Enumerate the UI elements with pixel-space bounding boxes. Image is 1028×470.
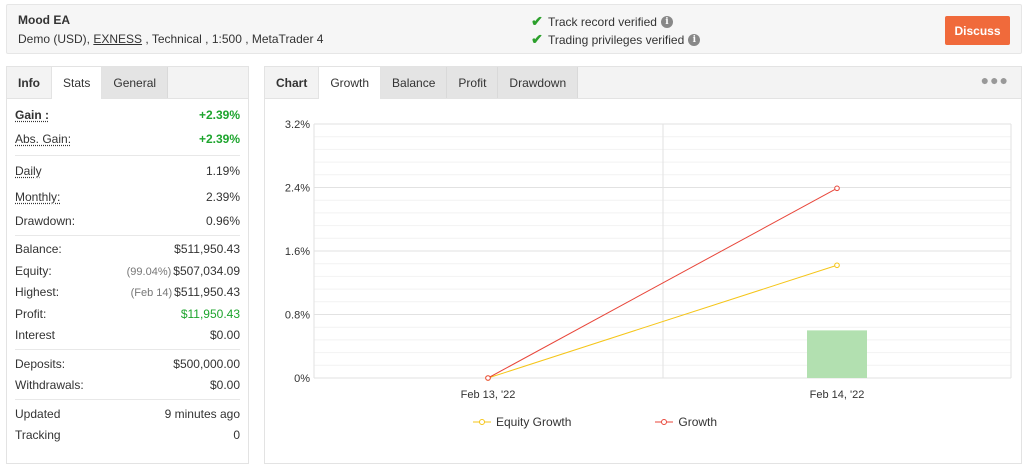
stat-value: +2.39% (198, 131, 240, 146)
stat-value-group: (Feb 14) $511,950.43 (131, 285, 240, 299)
account-details: , Technical , 1:500 , MetaTrader 4 (142, 32, 324, 46)
trading-privileges-label: Trading privileges verified (548, 32, 685, 47)
stat-updated: Updated 9 minutes ago (15, 403, 240, 425)
stat-value: $500,000.00 (173, 356, 240, 371)
stat-label: Tracking (15, 428, 61, 443)
stat-profit: Profit: $11,950.43 (15, 303, 240, 325)
stat-label: Interest (15, 328, 56, 343)
stat-value: 0 (233, 428, 240, 443)
stat-value: $511,950.43 (174, 242, 240, 257)
stat-value: 9 minutes ago (164, 406, 240, 421)
stat-daily: Daily 1.19% (15, 159, 240, 184)
tab-profit[interactable]: Profit (447, 67, 499, 98)
info-icon[interactable]: i (688, 33, 701, 46)
stat-value: $511,950.43 (174, 285, 240, 300)
tab-general[interactable]: General (102, 67, 169, 98)
divider (15, 399, 240, 400)
tab-balance[interactable]: Balance (381, 67, 448, 98)
account-type: Demo (USD), (18, 32, 94, 46)
y-tick-label: 0.8% (285, 310, 310, 322)
stat-tracking: Tracking 0 (15, 425, 240, 447)
legend-item-growth[interactable]: Growth (655, 415, 717, 429)
data-point (834, 185, 840, 192)
track-record-label: Track record verified (548, 14, 657, 29)
y-tick-label: 1.6% (285, 246, 310, 258)
stat-value: $507,034.09 (173, 263, 240, 278)
legend-item-equity-growth[interactable]: Equity Growth (473, 415, 571, 429)
stat-label[interactable]: Daily (15, 164, 42, 178)
chart-legend: Equity Growth Growth (473, 415, 801, 429)
legend-label: Growth (678, 415, 718, 429)
growth-chart: 3.2% 2.4% 1.6% 0.8% 0% Feb 13, '22 Feb 14, '22 (285, 119, 1012, 401)
data-point (485, 375, 491, 381)
check-icon: ✔ (531, 31, 543, 47)
stat-abs-gain: Abs. Gain: +2.39% (15, 126, 240, 152)
chart-tabs: Chart Growth Balance Profit Drawdown ●●● (265, 67, 1021, 99)
stat-label[interactable]: Abs. Gain: (15, 132, 71, 146)
stat-label: Profit: (15, 306, 47, 321)
chart-panel: Chart Growth Balance Profit Drawdown ●●●… (264, 66, 1022, 464)
y-tick-label: 0% (294, 373, 310, 385)
tab-stats[interactable]: Stats (51, 67, 103, 99)
stat-label: Equity: (15, 263, 52, 278)
page-title: Mood EA (18, 13, 70, 27)
stat-value: +2.39% (198, 107, 240, 122)
stat-gain: Gain : +2.39% (15, 104, 240, 126)
stat-value: $0.00 (209, 328, 240, 343)
stat-drawdown: Drawdown: 0.96% (15, 210, 240, 232)
stat-value-group: (99.04%) $507,034.09 (127, 264, 240, 278)
data-point (834, 262, 840, 269)
tab-drawdown[interactable]: Drawdown (498, 67, 579, 98)
track-record-verified: ✔ Track record verified i (531, 13, 673, 30)
stat-value: 1.19% (205, 164, 240, 178)
highest-date: (Feb 14) (130, 287, 173, 300)
x-tick-label: Feb 14, '22 (810, 389, 865, 401)
broker-link[interactable]: EXNESS (93, 32, 142, 46)
legend-marker-equity-growth (473, 419, 491, 425)
stats-panel: Info Stats General Gain : +2.39% Abs. Ga… (6, 66, 249, 464)
y-tick-label: 3.2% (285, 119, 310, 131)
trading-privileges-verified: ✔ Trading privileges verified i (531, 31, 701, 48)
account-subtitle: Demo (USD), EXNESS , Technical , 1:500 ,… (18, 32, 323, 46)
x-tick-label: Feb 13, '22 (461, 389, 516, 401)
stat-value: $0.00 (209, 378, 240, 393)
info-icon[interactable]: i (660, 15, 673, 28)
stat-value: $11,950.43 (180, 306, 240, 321)
divider (15, 154, 240, 156)
tab-growth[interactable]: Growth (318, 67, 382, 99)
legend-label: Equity Growth (496, 415, 572, 429)
check-icon: ✔ (531, 13, 543, 29)
stat-interest: Interest $0.00 (15, 325, 240, 347)
stat-balance: Balance: $511,950.43 (15, 239, 240, 261)
stat-monthly: Monthly: 2.39% (15, 184, 240, 210)
divider (15, 234, 240, 236)
more-options-icon[interactable]: ●●● (981, 72, 1009, 88)
y-tick-label: 2.4% (285, 183, 310, 195)
stat-label: Drawdown: (15, 213, 76, 228)
stats-list: Gain : +2.39% Abs. Gain: +2.39% Daily 1.… (7, 99, 248, 446)
stat-deposits: Deposits: $500,000.00 (15, 353, 240, 375)
equity-percent: (99.04%) (126, 265, 172, 278)
stat-label[interactable]: Gain : (15, 108, 49, 122)
stat-label[interactable]: Monthly: (15, 190, 60, 204)
stat-label: Updated (15, 406, 61, 421)
stat-value: 2.39% (205, 189, 240, 204)
stat-label: Balance: (15, 242, 62, 257)
stat-label: Highest: (15, 285, 60, 300)
stat-value: 0.96% (205, 213, 240, 228)
tab-chart[interactable]: Chart (265, 67, 318, 98)
stat-equity: Equity: (99.04%) $507,034.09 (15, 260, 240, 282)
header: Mood EA Demo (USD), EXNESS , Technical ,… (6, 4, 1022, 54)
left-tabs: Info Stats General (7, 67, 248, 99)
divider (15, 349, 240, 350)
legend-marker-growth (655, 419, 674, 425)
stat-withdrawals: Withdrawals: $0.00 (15, 375, 240, 397)
tab-info[interactable]: Info (7, 67, 51, 98)
bar (807, 330, 867, 378)
stat-label: Withdrawals: (15, 378, 84, 393)
discuss-button[interactable]: Discuss (945, 16, 1010, 45)
stat-label: Deposits: (15, 356, 66, 371)
stat-highest: Highest: (Feb 14) $511,950.43 (15, 282, 240, 304)
